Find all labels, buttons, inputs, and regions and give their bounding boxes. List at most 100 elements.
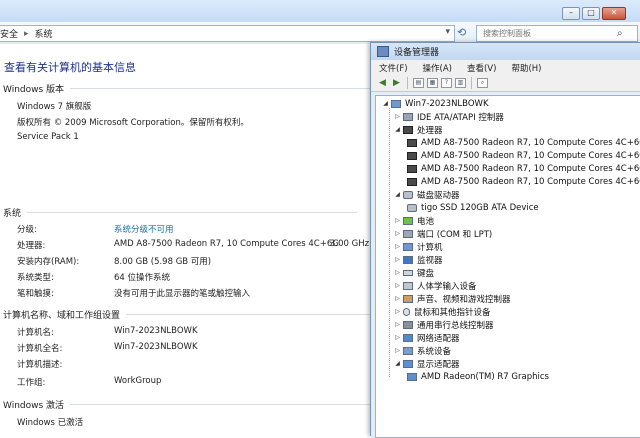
minimize-button[interactable]: – [562,7,580,20]
tree-category[interactable]: ▷ 计算机 [394,240,443,253]
expand-icon[interactable]: ▷ [394,308,401,315]
tree-category-label: 端口 (COM 和 LPT) [417,229,493,240]
toolbar-separator-2 [471,77,472,89]
audio-icon [403,294,413,303]
show-hide-tree-icon[interactable]: ▤ [413,78,424,88]
tree-category-label: 电池 [417,216,435,227]
tree-category-label: 鼠标和其他指针设备 [414,307,491,318]
properties-icon[interactable]: ▦ [427,78,438,88]
toolbar-separator [407,77,408,89]
pen-touch-value: 没有可用于此显示器的笔或触控输入 [114,289,251,299]
edition-name: Windows 7 旗舰版 [17,102,92,112]
tree-category[interactable]: ▷ 端口 (COM 和 LPT) [394,227,492,240]
expand-icon[interactable]: ▷ [394,334,401,341]
tree-category[interactable]: ▷ 系统设备 [394,344,451,357]
collapse-icon[interactable]: ◢ [382,100,389,107]
tree-category[interactable]: ▷ 网络适配器 [394,331,460,344]
display-adapter-icon [403,359,413,368]
breadcrumb-item-security[interactable]: 安全 [0,27,18,40]
tree-category[interactable]: ▷ 键盘 [394,266,434,279]
expand-icon[interactable]: ▷ [394,113,401,120]
tree-category[interactable]: ▷ 人体学输入设备 [394,279,477,292]
monitor-icon [403,255,413,264]
tree-device[interactable]: AMD A8-7500 Radeon R7, 10 Compute Cores … [407,136,640,149]
system-device-icon [403,346,413,355]
tree-category[interactable]: ▷ 声音、视频和游戏控制器 [394,292,511,305]
tree-device-label: AMD A8-7500 Radeon R7, 10 Compute Cores … [421,176,640,187]
collapse-icon[interactable]: ◢ [394,126,401,133]
expand-icon[interactable]: ▷ [394,243,401,250]
expand-icon[interactable]: ▷ [394,230,401,237]
ram-value: 8.00 GB (5.98 GB 可用) [114,257,212,267]
expand-icon[interactable]: ▷ [394,295,401,302]
tree-device[interactable]: AMD A8-7500 Radeon R7, 10 Compute Cores … [407,175,640,188]
tree-category[interactable]: ▷ 通用串行总线控制器 [394,318,494,331]
computer-icon [403,242,413,251]
menu-view[interactable]: 查看(V) [459,62,503,74]
breadcrumb-item-system[interactable]: 系统 [35,27,53,40]
disk-drive-icon [407,203,417,212]
device-tree[interactable]: ◢ Win7-2023NLBOWK ▷ IDE ATA/ATAPI 控制器 ◢ 处理器… [375,95,640,438]
tree-device[interactable]: AMD A8-7500 Radeon R7, 10 Compute Cores … [407,162,640,175]
console-view-icon[interactable]: ▥ [455,78,466,88]
tree-category[interactable]: ▷ IDE ATA/ATAPI 控制器 [394,110,504,123]
disk-drive-icon [403,190,413,199]
tree-device-label: AMD Radeon(TM) R7 Graphics [421,371,549,382]
toolbar: ◀ ▶ ▤ ▦ ? ▥ ⌕ [371,75,640,92]
close-button[interactable]: ✕ [602,7,626,20]
expand-icon[interactable]: ▷ [394,217,401,224]
chevron-down-icon[interactable]: ▾ [445,27,450,37]
service-pack: Service Pack 1 [17,132,79,142]
tree-category[interactable]: ◢ 磁盘驱动器 [394,188,460,201]
tree-device[interactable]: AMD Radeon(TM) R7 Graphics [407,370,549,383]
menu-action[interactable]: 操作(A) [415,62,459,74]
forward-arrow-icon[interactable]: ▶ [391,78,402,88]
hid-icon [403,281,413,290]
expand-icon[interactable]: ▷ [394,321,401,328]
search-input[interactable] [481,28,617,39]
workgroup-value: WorkGroup [114,376,162,386]
processor-icon [407,151,417,160]
computer-description-label: 计算机描述: [17,360,63,370]
expand-icon[interactable]: ▷ [394,256,401,263]
device-manager-title: 设备管理器 [394,48,440,58]
expand-icon[interactable]: ▷ [394,347,401,354]
tree-category-label: 系统设备 [417,346,452,357]
search-icon[interactable]: ⌕ [617,28,623,39]
refresh-icon[interactable]: ⟲ [457,26,466,39]
tree-category[interactable]: ◢ 处理器 [394,123,443,136]
processor-label: 处理器: [17,241,46,251]
device-manager-app-icon [377,46,389,57]
back-arrow-icon[interactable]: ◀ [377,78,388,88]
help-icon[interactable]: ? [441,78,452,88]
tree-category[interactable]: ▷ 监视器 [394,253,443,266]
system-section-title: 系统 [3,206,358,219]
activation-section-title: Windows 激活 [3,398,401,411]
window-controls: – □ ✕ [562,7,626,20]
collapse-icon[interactable]: ◢ [394,360,401,367]
menu-help[interactable]: 帮助(H) [503,62,548,74]
tree-device[interactable]: AMD A8-7500 Radeon R7, 10 Compute Cores … [407,149,640,162]
processor-icon [407,138,417,147]
tree-root[interactable]: ◢ Win7-2023NLBOWK [382,97,489,110]
search-box[interactable]: ⌕ [476,25,638,42]
tree-category-label: 监视器 [417,255,443,266]
tree-category-label: 计算机 [417,242,443,253]
maximize-button[interactable]: □ [582,7,600,20]
tree-category[interactable]: ▷ 鼠标和其他指针设备 [394,305,491,318]
expand-icon[interactable]: ▷ [394,269,401,276]
tree-category[interactable]: ◢ 显示适配器 [394,357,460,370]
page-title: 查看有关计算机的基本信息 [4,61,136,74]
scan-hardware-icon[interactable]: ⌕ [477,78,488,88]
tree-device-label: tigo SSD 120GB ATA Device [421,202,539,213]
copyright-text: 版权所有 © 2009 Microsoft Corporation。保留所有权利… [17,118,249,128]
menu-file[interactable]: 文件(F) [371,62,415,74]
tree-device[interactable]: tigo SSD 120GB ATA Device [407,201,539,214]
tree-category[interactable]: ▷ 电池 [394,214,434,227]
rating-link[interactable]: 系统分级不可用 [114,223,174,235]
processor-icon [407,164,417,173]
tree-root-label: Win7-2023NLBOWK [405,98,489,109]
collapse-icon[interactable]: ◢ [394,191,401,198]
expand-icon[interactable]: ▷ [394,282,401,289]
breadcrumb[interactable]: 安全 ▸ 系统 ▾ [0,25,455,42]
